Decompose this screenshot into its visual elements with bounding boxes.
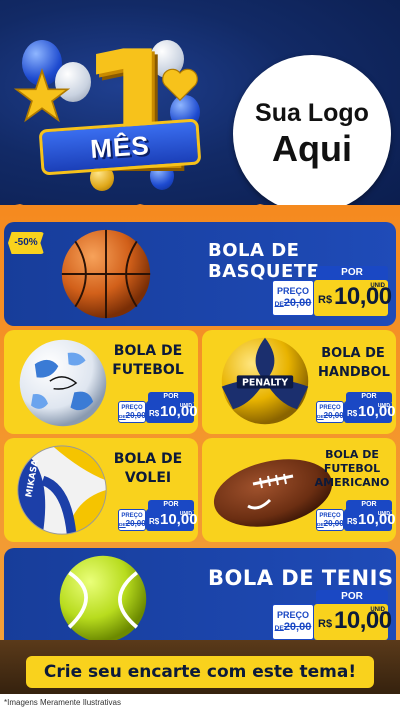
price-tag: POR PREÇO DE20,00 R$ 10,00 UNID xyxy=(316,392,396,424)
logo-placeholder: Sua Logo Aqui xyxy=(233,55,391,213)
title-line: VOLEI xyxy=(124,470,172,486)
price-tag: POR PREÇO DE20,00 R$ 10,00 UNID xyxy=(272,590,392,644)
old-price: DE20,00 xyxy=(317,411,344,422)
product-title: BOLA DE VOLEI xyxy=(108,450,188,488)
new-price-box: R$ 10,00 UNID xyxy=(314,280,392,316)
brand-text: PENALTY xyxy=(242,378,288,389)
old-price-value: 20,00 xyxy=(323,519,344,528)
product-card-basketball[interactable]: -50% BOLA DE BASQUETE POR PREÇO DE20,00 … xyxy=(4,222,396,326)
currency: R$ xyxy=(318,618,333,630)
old-price: DE20,00 xyxy=(273,621,313,635)
price-tag: POR PREÇO DE20,00 R$ 10,00 UNID xyxy=(316,500,396,532)
currency: R$ xyxy=(318,294,333,306)
product-card-volleyball[interactable]: MIKASA BOLA DE VOLEI POR PREÇO DE20,00 R… xyxy=(4,438,198,542)
discount-badge: -50% xyxy=(8,232,44,254)
torn-paper-edge xyxy=(0,204,400,216)
unit-label: UNID xyxy=(377,403,390,409)
product-card-tennis[interactable]: BOLA DE TENIS POR PREÇO DE20,00 R$ 10,00… xyxy=(4,548,396,650)
handball-icon: PENALTY xyxy=(221,337,309,425)
title-line: BOLA DE xyxy=(321,346,385,361)
currency: R$ xyxy=(149,517,160,526)
old-price-value: 20,00 xyxy=(323,411,344,420)
de-prefix: DE xyxy=(317,523,324,528)
heart-icon xyxy=(162,68,198,102)
old-price-box: PREÇO DE20,00 xyxy=(316,401,344,423)
title-line: BOLA DE xyxy=(325,448,379,461)
old-price-value: 20,00 xyxy=(283,621,312,633)
unit-label: UNID xyxy=(377,511,390,517)
soccer-ball-icon xyxy=(19,339,107,427)
product-title: BOLA DE FUTEBOL AMERICANO xyxy=(314,448,390,490)
unit-label: UNID xyxy=(370,283,385,289)
logo-text: Aqui xyxy=(272,128,352,169)
currency: R$ xyxy=(149,409,160,418)
title-line: FUTEBOL xyxy=(112,362,184,378)
unit-label: UNID xyxy=(179,511,192,517)
por-label: POR xyxy=(316,590,388,604)
old-price-box: PREÇO DE20,00 xyxy=(118,509,146,531)
new-price-box: R$ 10,00 UNID xyxy=(146,509,198,531)
old-price: DE20,00 xyxy=(119,519,146,530)
header: 1 MÊS Sua Logo Aqui xyxy=(0,0,400,215)
title-line: AMERICANO xyxy=(314,476,390,489)
flyer: 1 MÊS Sua Logo Aqui -50% BOLA DE BASQUET… xyxy=(0,0,400,711)
product-title: BOLA DE FUTEBOL xyxy=(108,342,188,380)
preco-label: PREÇO xyxy=(276,610,309,620)
de-prefix: DE xyxy=(119,523,126,528)
volleyball-icon: MIKASA xyxy=(17,445,107,535)
old-price-value: 20,00 xyxy=(125,519,146,528)
de-prefix: DE xyxy=(274,301,284,308)
de-prefix: DE xyxy=(317,415,324,420)
preco-label: PREÇO xyxy=(276,286,309,296)
product-card-american-football[interactable]: BOLA DE FUTEBOL AMERICANO POR PREÇO DE20… xyxy=(202,438,396,542)
product-title: BOLA DE TENIS xyxy=(208,566,394,590)
old-price-box: PREÇO DE20,00 xyxy=(272,604,314,640)
old-price-box: PREÇO DE20,00 xyxy=(272,280,314,316)
unit-label: UNID xyxy=(179,403,192,409)
new-price-box: R$ 10,00 UNID xyxy=(314,604,392,640)
basketball-icon xyxy=(61,229,151,319)
de-prefix: DE xyxy=(274,625,284,632)
title-line: HANDBOL xyxy=(318,365,390,380)
por-label: POR xyxy=(316,266,388,280)
old-price: DE20,00 xyxy=(273,297,313,311)
old-price-box: PREÇO DE20,00 xyxy=(316,509,344,531)
title-line: FUTEBOL xyxy=(323,462,381,475)
old-price-box: PREÇO DE20,00 xyxy=(118,401,146,423)
disclaimer: *Imagens Meramente Ilustrativas xyxy=(0,694,400,711)
currency: R$ xyxy=(347,517,358,526)
new-price-box: R$ 10,00 UNID xyxy=(146,401,198,423)
old-price: DE20,00 xyxy=(119,411,146,422)
new-price-box: R$ 10,00 UNID xyxy=(344,401,396,423)
price-tag: POR PREÇO DE20,00 R$ 10,00 UNID xyxy=(272,266,392,320)
cta-banner[interactable]: Crie seu encarte com este tema! xyxy=(26,656,374,688)
tennis-ball-icon xyxy=(59,555,147,643)
price-tag: POR PREÇO DE20,00 R$ 10,00 UNID xyxy=(118,392,198,424)
old-price: DE20,00 xyxy=(317,519,344,530)
product-title: BOLA DE HANDBOL xyxy=(318,344,390,382)
price-tag: POR PREÇO DE20,00 R$ 10,00 UNID xyxy=(118,500,198,532)
unit-label: UNID xyxy=(370,607,385,613)
old-price-value: 20,00 xyxy=(125,411,146,420)
product-card-handball[interactable]: PENALTY BOLA DE HANDBOL POR PREÇO DE20,0… xyxy=(202,330,396,434)
star-icon xyxy=(14,68,70,123)
product-card-soccer[interactable]: BOLA DE FUTEBOL POR PREÇO DE20,00 R$ 10,… xyxy=(4,330,198,434)
title-line: BOLA DE xyxy=(113,451,183,467)
new-price-box: R$ 10,00 UNID xyxy=(344,509,396,531)
de-prefix: DE xyxy=(119,415,126,420)
old-price-value: 20,00 xyxy=(283,297,312,309)
currency: R$ xyxy=(347,409,358,418)
title-line: BOLA DE xyxy=(113,343,183,359)
logo-text: Sua Logo xyxy=(255,99,369,127)
